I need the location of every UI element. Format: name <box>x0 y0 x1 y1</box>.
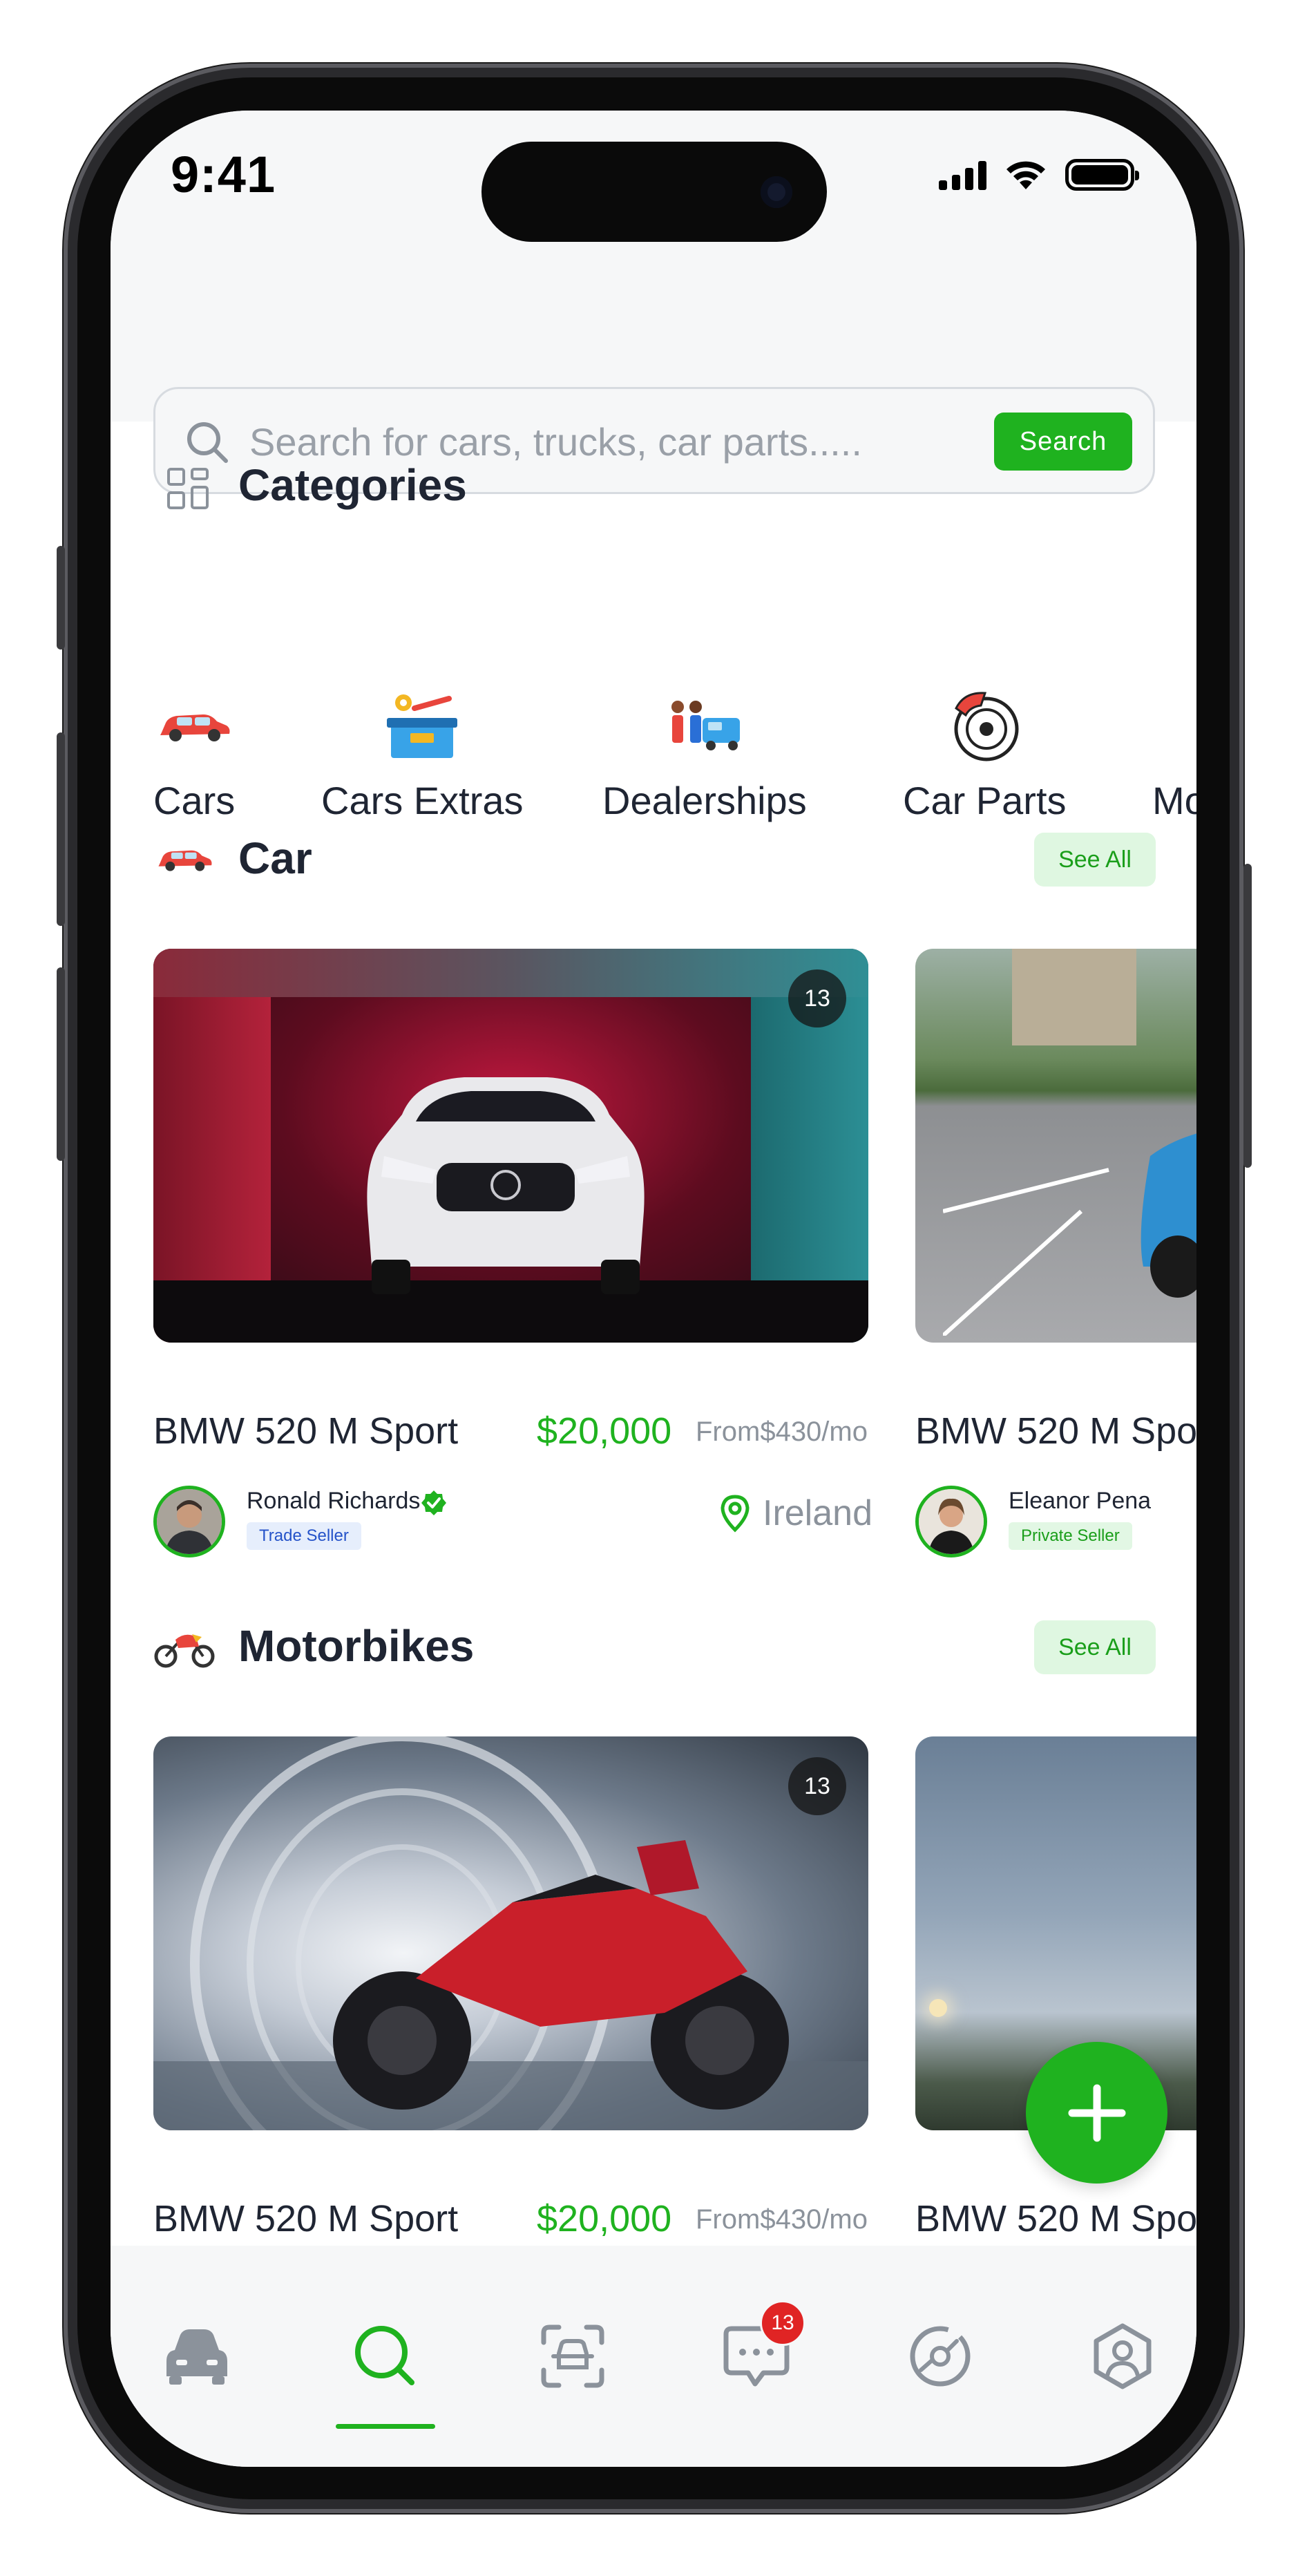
category-cars-extras[interactable]: Cars Extras <box>321 684 524 823</box>
verified-badge-icon <box>421 1490 446 1515</box>
car-parts-icon <box>954 692 1019 761</box>
motorbike-listing-image[interactable]: 13 <box>153 1736 868 2130</box>
avatar[interactable] <box>153 1486 225 1557</box>
wifi-icon <box>1007 161 1045 189</box>
car-listing-monthly: From$430/mo <box>696 1417 868 1447</box>
steering-wheel-icon <box>910 2326 971 2387</box>
user-icon <box>1094 2323 1152 2389</box>
bottom-navigation: 13 <box>111 2246 1196 2467</box>
motorbike-listing-title[interactable]: BMW 520 M Sport <box>153 2197 458 2240</box>
avatar[interactable] <box>915 1486 987 1557</box>
car-icon <box>160 714 230 741</box>
status-bar: 9:41 <box>111 111 1196 283</box>
listing-location: Ireland <box>718 1493 872 1534</box>
category-label: Cars Extras <box>321 779 524 822</box>
search-icon <box>187 422 228 463</box>
scan-icon <box>541 2324 604 2388</box>
motorbike-photo <box>153 1736 868 2130</box>
volume-up-button <box>57 732 65 926</box>
search-input[interactable]: Search for cars, trucks, car parts..... <box>249 419 862 464</box>
motorbikes-section-title: Motorbikes <box>238 1621 475 1671</box>
car-section-icon <box>158 850 212 871</box>
volume-down-button <box>57 967 65 1161</box>
nav-search[interactable] <box>341 2311 430 2401</box>
nav-cars[interactable] <box>152 2311 242 2401</box>
categories-title: Categories <box>238 460 467 510</box>
grid-icon <box>167 468 209 509</box>
status-time: 9:41 <box>171 146 276 203</box>
seller-name[interactable]: Eleanor Pena <box>1009 1488 1151 1515</box>
mute-switch <box>57 546 65 650</box>
dynamic-island <box>481 142 827 242</box>
plus-icon <box>1068 2084 1125 2141</box>
seller-photo <box>157 1489 222 1554</box>
search-button[interactable]: Search <box>994 413 1132 471</box>
car-section-title: Car <box>238 833 312 883</box>
car-see-all-button[interactable]: See All <box>1034 833 1156 887</box>
motorbike-listing-monthly: From$430/mo <box>696 2204 868 2235</box>
photo-count-badge: 13 <box>788 969 846 1027</box>
active-tab-indicator <box>336 2424 435 2429</box>
seller-photo <box>919 1489 984 1554</box>
nav-messages[interactable]: 13 <box>712 2300 805 2401</box>
category-label: Car Parts <box>903 779 1067 822</box>
battery-icon <box>1065 159 1139 191</box>
seller-name[interactable]: Ronald Richards <box>247 1488 420 1515</box>
motorbike-listing-title[interactable]: BMW 520 M Sport <box>915 2197 1196 2240</box>
location-text: Ireland <box>763 1493 872 1533</box>
car-listing-image[interactable]: 13 <box>153 949 868 1343</box>
car-photo <box>943 1133 1196 1336</box>
category-dealerships[interactable]: Dealerships <box>602 684 807 823</box>
seller-type-badge: Private Seller <box>1009 1522 1132 1550</box>
car-photo <box>367 1077 645 1294</box>
add-listing-button[interactable] <box>1026 2042 1167 2184</box>
app-screen: 9:41 Search for cars, trucks, car parts.… <box>111 111 1196 2467</box>
power-button <box>1243 864 1252 1168</box>
nav-profile[interactable] <box>1078 2311 1167 2401</box>
seller-type-badge: Trade Seller <box>247 1522 361 1550</box>
dealerships-icon <box>671 701 740 750</box>
category-cars[interactable]: Cars <box>153 684 235 823</box>
location-pin-icon <box>721 1495 750 1533</box>
car-listing-title[interactable]: BMW 520 M Sport <box>153 1410 458 1452</box>
motorbike-listing-price: $20,000 <box>537 2198 672 2239</box>
category-label: Cars <box>153 779 236 822</box>
category-label: Dealerships <box>602 779 807 822</box>
car-listing-image[interactable] <box>915 949 1196 1343</box>
car-front-icon <box>166 2329 227 2385</box>
category-motorbikes[interactable]: Mot <box>1152 684 1196 823</box>
search-icon <box>355 2326 414 2385</box>
car-listing-title[interactable]: BMW 520 M Sport <box>915 1410 1196 1452</box>
category-label: Mot <box>1152 779 1196 822</box>
car-extras-icon <box>387 694 458 758</box>
category-car-parts[interactable]: Car Parts <box>903 684 1067 823</box>
cellular-signal-icon <box>939 160 986 190</box>
photo-count-badge: 13 <box>788 1757 846 1815</box>
motorbike-section-icon <box>154 1634 215 1668</box>
unread-badge: 13 <box>760 2300 805 2346</box>
motorbikes-see-all-button[interactable]: See All <box>1034 1620 1156 1674</box>
car-listing-price: $20,000 <box>537 1410 672 1452</box>
status-icons <box>939 159 1139 191</box>
nav-services[interactable] <box>895 2311 985 2401</box>
nav-scan[interactable] <box>528 2311 618 2401</box>
